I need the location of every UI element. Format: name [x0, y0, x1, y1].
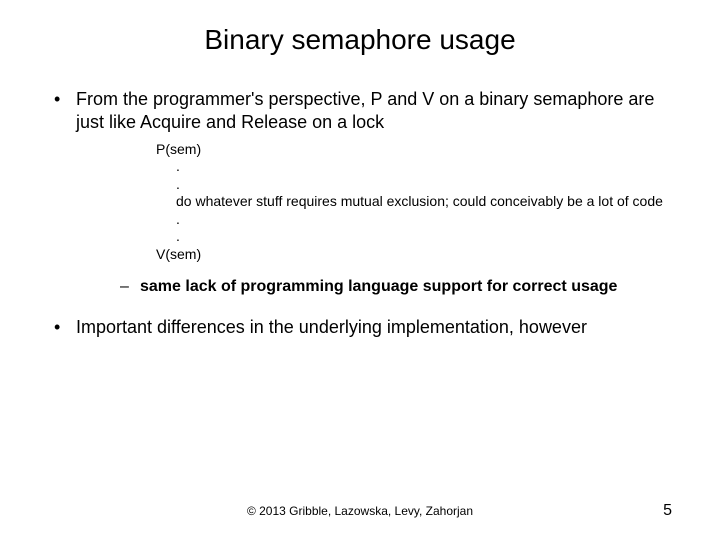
bullet-item: From the programmer's perspective, P and…: [48, 88, 672, 298]
code-line: .: [156, 211, 672, 229]
code-line: .: [156, 176, 672, 194]
code-block: P(sem) . . do whatever stuff requires mu…: [156, 141, 672, 264]
bullet-text: From the programmer's perspective, P and…: [76, 89, 654, 132]
bullet-list: From the programmer's perspective, P and…: [48, 88, 672, 339]
code-line: .: [156, 228, 672, 246]
code-line: .: [156, 158, 672, 176]
footer-copyright: © 2013 Gribble, Lazowska, Levy, Zahorjan: [0, 504, 720, 518]
code-line: V(sem): [156, 246, 672, 264]
page-number: 5: [663, 502, 672, 520]
slide: Binary semaphore usage From the programm…: [0, 0, 720, 540]
bullet-item: Important differences in the underlying …: [48, 316, 672, 339]
slide-title: Binary semaphore usage: [48, 24, 672, 56]
sub-bullet-item: same lack of programming language suppor…: [116, 277, 672, 298]
sub-bullet-text: same lack of programming language suppor…: [140, 278, 617, 295]
bullet-text: Important differences in the underlying …: [76, 317, 587, 337]
sub-bullet-list: same lack of programming language suppor…: [116, 277, 672, 298]
code-line: do whatever stuff requires mutual exclus…: [156, 193, 672, 211]
code-line: P(sem): [156, 141, 672, 159]
